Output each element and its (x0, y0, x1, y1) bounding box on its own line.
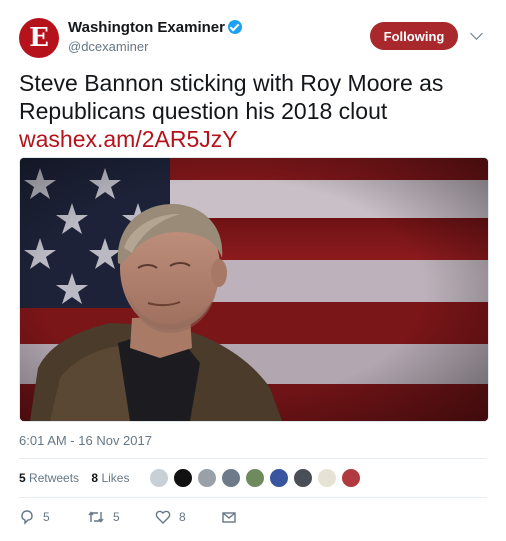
retweets-count: 5 (19, 471, 26, 485)
timestamp[interactable]: 6:01 AM - 16 Nov 2017 (19, 433, 152, 448)
reply-count: 5 (43, 510, 50, 524)
liker-avatar[interactable] (197, 468, 217, 488)
retweet-count: 5 (113, 510, 120, 524)
tweet-card: E Washington Examiner @dcexaminer Follow… (0, 0, 506, 541)
divider (19, 458, 487, 459)
liker-avatar[interactable] (293, 468, 313, 488)
photo-flag-portrait (20, 158, 488, 421)
likes-count: 8 (91, 471, 99, 485)
retweet-icon (88, 511, 104, 523)
like-count: 8 (179, 510, 186, 524)
avatar[interactable]: E (19, 18, 59, 58)
tweet-photo[interactable] (19, 157, 489, 422)
engagement-stats: 5 Retweets 8 Likes (19, 471, 138, 485)
following-button[interactable]: Following (370, 22, 458, 50)
liker-avatar[interactable] (341, 468, 361, 488)
liker-avatar[interactable] (245, 468, 265, 488)
verified-badge-icon (227, 20, 242, 34)
account-info[interactable]: Washington Examiner @dcexaminer (68, 19, 242, 54)
tweet-text: Steve Bannon sticking with Roy Moore as … (19, 69, 489, 153)
liker-avatar[interactable] (173, 468, 193, 488)
reply-button[interactable]: 5 (19, 507, 50, 527)
retweets-stat[interactable]: 5 Retweets (19, 471, 79, 485)
heart-icon (155, 510, 171, 524)
divider (19, 497, 487, 498)
liker-avatar[interactable] (269, 468, 289, 488)
direct-message-button[interactable] (221, 507, 237, 527)
reply-icon (21, 510, 33, 525)
like-button[interactable]: 8 (155, 507, 186, 527)
liker-avatar[interactable] (317, 468, 337, 488)
handle[interactable]: @dcexaminer (68, 39, 242, 54)
tweet-body: Steve Bannon sticking with Roy Moore as … (19, 70, 444, 124)
display-name[interactable]: Washington Examiner (68, 19, 225, 36)
envelope-icon (222, 512, 236, 523)
retweet-button[interactable]: 5 (87, 507, 120, 527)
chevron-down-icon[interactable] (470, 27, 483, 40)
likes-stat[interactable]: 8 Likes (91, 471, 129, 485)
liker-avatar[interactable] (221, 468, 241, 488)
likes-label: Likes (101, 471, 130, 485)
liker-avatar[interactable] (149, 468, 169, 488)
retweets-label: Retweets (29, 471, 80, 485)
tweet-link[interactable]: washex.am/2AR5JzY (19, 125, 489, 153)
